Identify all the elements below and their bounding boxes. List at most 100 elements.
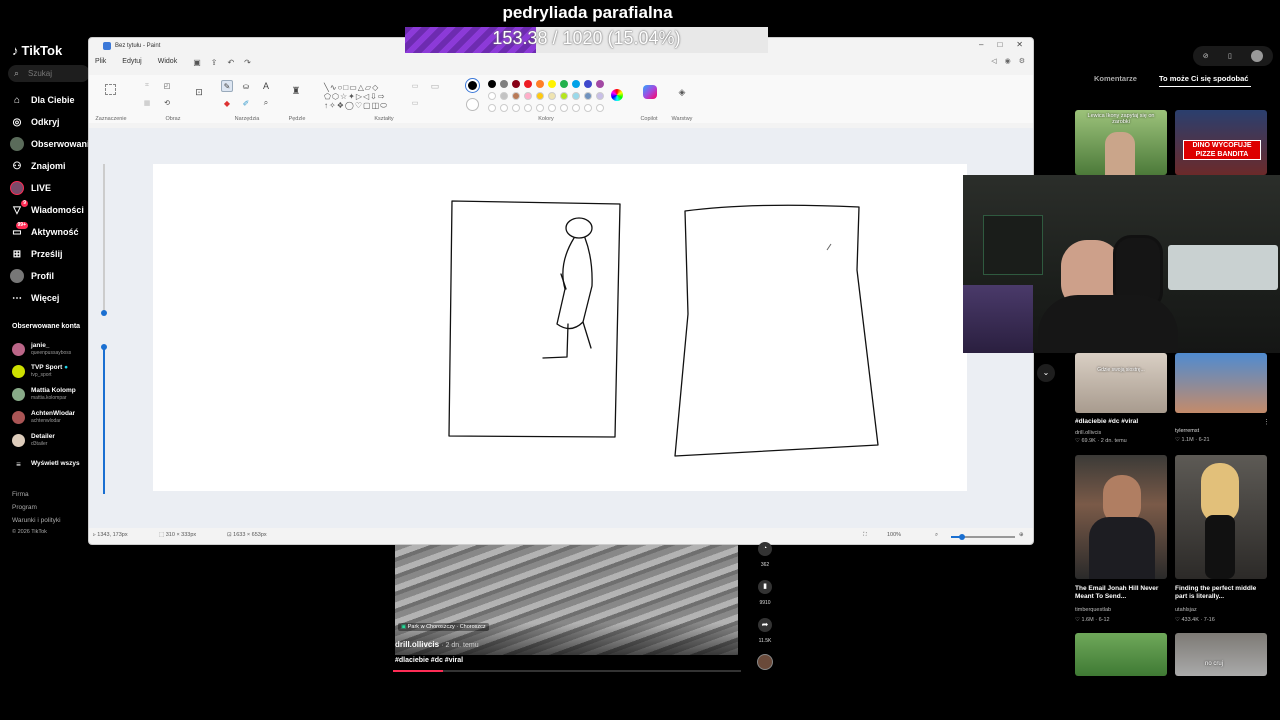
menu-widok[interactable]: Widok: [158, 58, 177, 67]
zoom-level[interactable]: 100%: [887, 532, 901, 538]
empty-color-slot[interactable]: [536, 104, 544, 112]
zoom-in-icon[interactable]: ⊕: [1019, 532, 1024, 538]
account-item[interactable]: Mattia Kolomp mattia.kolompar: [12, 384, 92, 404]
pencil-icon[interactable]: ✎: [221, 80, 233, 92]
tab-komentarze[interactable]: Komentarze: [1094, 74, 1137, 83]
color-swatch[interactable]: [512, 80, 520, 88]
empty-color-slot[interactable]: [488, 104, 496, 112]
color-swatch[interactable]: [500, 80, 508, 88]
video-thumbnail[interactable]: Gdzie swoją siostrę...: [1075, 353, 1167, 413]
nav-aktywnosc[interactable]: ▭ 99+ Aktywność: [10, 222, 95, 241]
share-icon[interactable]: ➦: [758, 618, 772, 632]
nav-dla-ciebie[interactable]: ⌂ Dla Ciebie: [10, 91, 95, 109]
color-swatch[interactable]: [572, 92, 580, 100]
empty-color-slot[interactable]: [548, 104, 556, 112]
crop-icon[interactable]: ⌗: [141, 80, 153, 92]
account-icon[interactable]: ◉: [1005, 57, 1011, 65]
rotate-icon[interactable]: ⟲: [161, 97, 173, 109]
footer-link[interactable]: Warunki i polityki: [12, 517, 61, 524]
eraser-icon[interactable]: ◆: [221, 97, 233, 109]
zoom-slider[interactable]: [951, 534, 1015, 540]
account-item[interactable]: AchtenWlodar achtenwlodar: [12, 407, 92, 427]
more-options-icon[interactable]: ⋮: [1263, 418, 1270, 426]
phone-icon[interactable]: ▯: [1228, 52, 1232, 60]
compass-icon[interactable]: ⊘: [1203, 52, 1209, 60]
show-all-accounts[interactable]: ≡ Wyświetl wszys: [12, 454, 92, 474]
color-picker-icon[interactable]: ✐: [240, 97, 252, 109]
resize-icon[interactable]: ◰: [161, 80, 173, 92]
minimize-icon[interactable]: –: [979, 40, 983, 49]
nav-przeslij[interactable]: ⊞ Prześlij: [10, 245, 95, 263]
search-input[interactable]: ⌕ Szukaj: [8, 65, 90, 82]
footer-link[interactable]: Program: [12, 504, 37, 511]
video-thumbnail[interactable]: [1075, 633, 1167, 676]
empty-color-slot[interactable]: [596, 104, 604, 112]
color-swatch[interactable]: [536, 92, 544, 100]
drawing-canvas[interactable]: [153, 164, 967, 491]
layers-icon[interactable]: ◈: [676, 86, 688, 98]
shape-style-icon[interactable]: ▭: [409, 97, 421, 109]
video-thumbnail[interactable]: DINO WYCOFUJE PIZZE BANDITA: [1175, 110, 1267, 175]
color-swatch[interactable]: [548, 92, 556, 100]
menu-edytuj[interactable]: Edytuj: [122, 58, 141, 67]
save-icon[interactable]: ▣: [193, 58, 201, 67]
video-author[interactable]: tylerremst: [1175, 428, 1199, 434]
secondary-color-swatch[interactable]: [466, 98, 479, 111]
chevron-down-icon[interactable]: ⌄: [1037, 364, 1055, 382]
account-item[interactable]: TVP Sport ● tvp_sport: [12, 361, 92, 381]
video-thumbnail[interactable]: Lewica Ikony zapytaj się on zarobki: [1075, 110, 1167, 175]
tiktok-video[interactable]: ▣ Park w Choroszczy · Choroszcz: [395, 545, 738, 655]
empty-color-slot[interactable]: [500, 104, 508, 112]
settings-icon[interactable]: ⚙: [1019, 57, 1025, 65]
video-author[interactable]: timberquestlab: [1075, 607, 1111, 613]
video-thumbnail[interactable]: [1175, 353, 1267, 413]
video-hashtags[interactable]: #dlaciebie #dc #viral: [395, 657, 463, 664]
video-caption[interactable]: Finding the perfect middle part is liter…: [1175, 585, 1270, 601]
nav-profil[interactable]: Profil: [10, 267, 95, 285]
video-progress[interactable]: [393, 670, 741, 672]
comment-icon[interactable]: ◔: [758, 542, 772, 556]
video-author[interactable]: utahlsjaz: [1175, 607, 1197, 613]
color-swatch[interactable]: [584, 80, 592, 88]
menu-plik[interactable]: Plik: [95, 58, 106, 67]
color-swatch[interactable]: [548, 80, 556, 88]
zoom-out-icon[interactable]: ⌕: [935, 532, 938, 539]
nav-wiecej[interactable]: ⋯ Więcej: [10, 289, 95, 307]
comment-icon[interactable]: ◁: [991, 57, 996, 65]
image-icon[interactable]: ⊡: [193, 86, 205, 98]
color-swatch[interactable]: [524, 80, 532, 88]
sound-avatar[interactable]: [757, 654, 773, 670]
empty-color-slot[interactable]: [572, 104, 580, 112]
remove-bg-icon[interactable]: ▦: [141, 97, 153, 109]
primary-color-swatch[interactable]: [466, 79, 479, 92]
shapes-gallery[interactable]: ╲∿○□▭△▱◇ ⬠⬡☆✦▷◁⇩⇨ ↑✧❖◯♡▢◫⬭: [320, 78, 392, 114]
color-swatch[interactable]: [500, 92, 508, 100]
magnifier-icon[interactable]: ⌕: [260, 97, 272, 109]
color-swatch[interactable]: [512, 92, 520, 100]
nav-live[interactable]: LIVE: [10, 179, 95, 197]
fit-icon[interactable]: ⛶: [863, 532, 867, 539]
color-swatch[interactable]: [536, 80, 544, 88]
bookmark-icon[interactable]: ▮: [758, 580, 772, 594]
footer-link[interactable]: Firma: [12, 491, 29, 498]
color-swatch[interactable]: [596, 80, 604, 88]
selection-tool-icon[interactable]: [105, 84, 116, 95]
fill-icon[interactable]: ⛀: [240, 80, 252, 92]
account-item[interactable]: Detailer d3tailer: [12, 430, 92, 450]
nav-odkryj[interactable]: ◎ Odkryj: [10, 113, 95, 131]
nav-wiadomosci[interactable]: ▽ 9 Wiadomości: [10, 200, 95, 219]
video-caption[interactable]: #dlaciebie #dc #viral: [1075, 418, 1170, 426]
video-caption[interactable]: The Email Jonah Hill Never Meant To Send…: [1075, 585, 1170, 601]
color-swatch[interactable]: [488, 80, 496, 88]
nav-znajomi[interactable]: ⚇ Znajomi: [10, 157, 95, 175]
shape-fill-icon[interactable]: ▭: [429, 80, 441, 92]
tiktok-logo[interactable]: ♪ TikTok: [12, 43, 62, 58]
color-swatch[interactable]: [584, 92, 592, 100]
color-swatch[interactable]: [560, 80, 568, 88]
empty-color-slot[interactable]: [512, 104, 520, 112]
color-swatch[interactable]: [596, 92, 604, 100]
empty-color-slot[interactable]: [584, 104, 592, 112]
video-author[interactable]: drill.ollivcis · 2 dn. temu: [395, 640, 479, 649]
color-swatch[interactable]: [524, 92, 532, 100]
video-author[interactable]: drill.ollivcis: [1075, 430, 1101, 436]
